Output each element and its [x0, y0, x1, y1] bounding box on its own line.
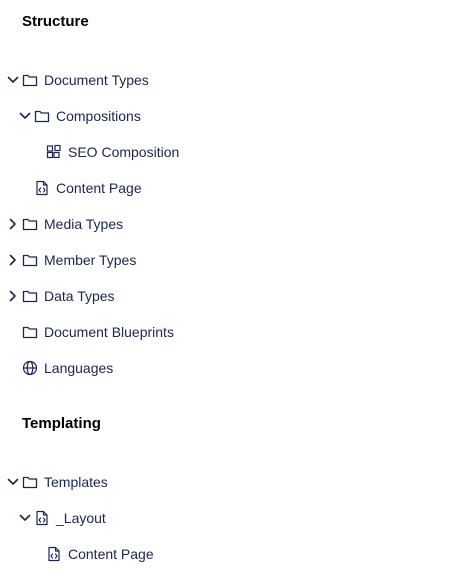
- tree-item-document-types[interactable]: Document Types: [6, 62, 149, 98]
- tree-item-label: Content Page: [68, 546, 154, 562]
- folder-icon: [22, 474, 38, 490]
- code-document-icon: [46, 546, 62, 562]
- globe-icon: [22, 360, 38, 376]
- settings-tree: Structure Document Types Compositions SE…: [0, 0, 450, 579]
- section-heading-structure: Structure: [22, 13, 89, 30]
- chevron-right-icon[interactable]: [6, 253, 20, 267]
- chevron-right-icon[interactable]: [6, 289, 20, 303]
- code-document-icon: [34, 180, 50, 196]
- tree-item-label: Member Types: [44, 252, 137, 268]
- section-heading-templating: Templating: [22, 415, 101, 432]
- tree-item-label: Document Blueprints: [44, 324, 174, 340]
- tree-item-seo-composition[interactable]: SEO Composition: [30, 134, 179, 170]
- tree-item-label: Document Types: [44, 72, 149, 88]
- tree-item-document-blueprints[interactable]: Document Blueprints: [6, 314, 174, 350]
- tree-item-label: Content Page: [56, 180, 142, 196]
- tree-item-layout[interactable]: _Layout: [18, 500, 106, 536]
- folder-icon: [22, 72, 38, 88]
- folder-icon: [22, 216, 38, 232]
- tree-item-label: Data Types: [44, 288, 115, 304]
- tree-item-template-content-page[interactable]: Content Page: [30, 536, 154, 572]
- tree-item-data-types[interactable]: Data Types: [6, 278, 115, 314]
- tree-item-templates[interactable]: Templates: [6, 464, 108, 500]
- chevron-down-icon[interactable]: [18, 511, 32, 525]
- tree-item-label: Media Types: [44, 216, 124, 232]
- tree-item-label: SEO Composition: [68, 144, 180, 160]
- folder-icon: [22, 288, 38, 304]
- blocks-icon: [46, 144, 62, 160]
- tree-item-member-types[interactable]: Member Types: [6, 242, 136, 278]
- tree-item-label: Languages: [44, 360, 114, 376]
- tree-item-label: Templates: [44, 474, 108, 490]
- chevron-right-icon[interactable]: [6, 217, 20, 231]
- tree-item-label: Compositions: [56, 108, 141, 124]
- tree-item-media-types[interactable]: Media Types: [6, 206, 123, 242]
- code-document-icon: [34, 510, 50, 526]
- chevron-down-icon[interactable]: [6, 475, 20, 489]
- chevron-down-icon[interactable]: [18, 109, 32, 123]
- tree-item-label: _Layout: [56, 510, 106, 526]
- chevron-down-icon[interactable]: [6, 73, 20, 87]
- folder-icon: [22, 252, 38, 268]
- tree-item-content-page[interactable]: Content Page: [18, 170, 142, 206]
- folder-icon: [22, 324, 38, 340]
- tree-item-compositions[interactable]: Compositions: [18, 98, 141, 134]
- folder-icon: [34, 108, 50, 124]
- tree-item-languages[interactable]: Languages: [6, 350, 113, 386]
